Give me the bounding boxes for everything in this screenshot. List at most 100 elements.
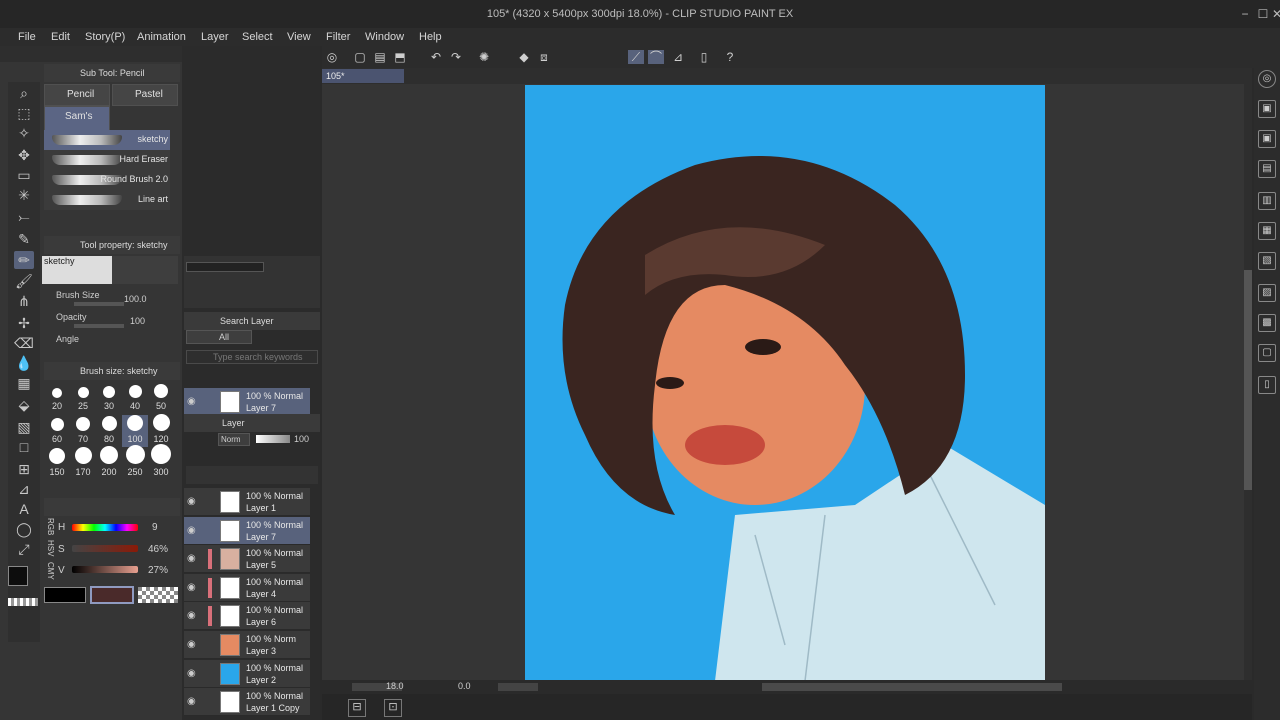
color-mode-cmy[interactable]: CMY <box>46 562 55 580</box>
blend-tool-icon[interactable]: 💧 <box>14 354 34 372</box>
brush-size-option[interactable]: 300 <box>148 444 174 480</box>
menu-window[interactable]: Window <box>363 29 406 45</box>
snap-grid-icon[interactable]: ⊿ <box>670 50 686 64</box>
value-value[interactable]: 27% <box>148 565 168 576</box>
undo-icon[interactable]: ↶ <box>428 50 444 64</box>
main-color-chip[interactable] <box>44 587 86 603</box>
vertical-scroll-thumb[interactable] <box>1244 270 1252 490</box>
brush-size-option[interactable]: 100 <box>122 415 148 447</box>
material-6-icon[interactable]: ▧ <box>1258 252 1276 270</box>
correct-line-tool-icon[interactable]: ⤢ <box>14 540 34 558</box>
brush-size-option[interactable]: 70 <box>70 415 96 447</box>
material-icon[interactable]: ▣ <box>1258 100 1276 118</box>
brush-size-option[interactable]: 60 <box>44 415 70 447</box>
brush-size-option[interactable]: 120 <box>148 414 174 447</box>
search-keywords-input[interactable]: Type search keywords <box>186 350 318 364</box>
brush-hard-eraser[interactable]: Hard Eraser <box>44 150 170 170</box>
snap-ruler-icon[interactable]: ⟋ <box>628 50 644 64</box>
gradient-tool-icon[interactable]: ▧ <box>14 418 34 436</box>
close-button[interactable]: ✕ <box>1272 7 1280 21</box>
new-file-icon[interactable]: ▢ <box>352 50 368 64</box>
search-result-row[interactable]: ◉ 100 % Normal Layer 7 <box>184 388 310 416</box>
fill-icon[interactable]: ◆ <box>516 50 532 64</box>
menu-view[interactable]: View <box>285 29 313 45</box>
material-7-icon[interactable]: ▨ <box>1258 284 1276 302</box>
brush-size-option[interactable]: 40 <box>122 382 148 414</box>
brush-line-art[interactable]: Line art <box>44 190 170 210</box>
selection-tool-icon[interactable]: ⬚ <box>14 104 34 122</box>
material-8-icon[interactable]: ▩ <box>1258 314 1276 332</box>
material-10-icon[interactable]: ▯ <box>1258 376 1276 394</box>
material-5-icon[interactable]: ▦ <box>1258 222 1276 240</box>
pencil-tool-icon[interactable]: ✏ <box>14 251 34 269</box>
layer-row[interactable]: ◉ 100 % Normal Layer 6 <box>184 602 310 631</box>
saturation-value[interactable]: 46% <box>148 544 168 555</box>
move-tool-icon[interactable]: ✥ <box>14 146 34 164</box>
open-file-icon[interactable]: ▤ <box>372 50 388 64</box>
hue-slider[interactable] <box>72 524 138 531</box>
eye-icon[interactable]: ◉ <box>187 668 196 679</box>
brush-size-option[interactable]: 170 <box>70 447 96 480</box>
menu-animation[interactable]: Animation <box>135 29 188 45</box>
minimize-button[interactable]: − <box>1238 7 1252 21</box>
eye-icon[interactable]: ◉ <box>187 610 196 621</box>
pen-tool-icon[interactable]: ✎ <box>14 230 34 248</box>
brush-size-value[interactable]: 100.0 <box>124 294 147 304</box>
layer-panel-toggle-icon[interactable]: ⊟ <box>348 699 366 717</box>
blend-mode-dropdown[interactable]: Norm <box>218 433 250 446</box>
airbrush-tool-icon[interactable]: ⋔ <box>14 292 34 310</box>
canvas-tab[interactable]: 105* <box>322 69 404 83</box>
layer-row[interactable]: ◉ 100 % Normal Layer 4 <box>184 573 310 602</box>
eye-icon[interactable]: ◉ <box>187 396 196 407</box>
marquee-tool-icon[interactable]: ▭ <box>14 166 34 184</box>
canvas-document[interactable] <box>525 85 1045 681</box>
loading-icon[interactable]: ✺ <box>476 50 492 64</box>
smartphone-icon[interactable]: ▯ <box>696 50 712 64</box>
decoration-tool-icon[interactable]: ✢ <box>14 314 34 332</box>
ruler-tool-icon[interactable]: ⊿ <box>14 480 34 498</box>
snap-special-ruler-icon[interactable]: ⌒ <box>648 50 664 64</box>
menu-layer[interactable]: Layer <box>199 29 231 45</box>
opacity-slider[interactable] <box>74 324 124 328</box>
clip-studio-icon[interactable]: ◎ <box>324 50 340 64</box>
material-2-icon[interactable]: ▣ <box>1258 130 1276 148</box>
brush-size-option[interactable]: 20 <box>44 382 70 414</box>
eye-icon[interactable]: ◉ <box>187 553 196 564</box>
save-icon[interactable]: ⬒ <box>392 50 408 64</box>
color-mode-hsv[interactable]: HSV <box>46 540 55 556</box>
brush-size-option[interactable]: 25 <box>70 382 96 414</box>
bucket-tool-icon[interactable]: ⬙ <box>14 396 34 414</box>
redo-icon[interactable]: ↷ <box>448 50 464 64</box>
subtool-tab-pencil[interactable]: Pencil <box>44 84 110 106</box>
main-color-swatch[interactable] <box>8 566 28 586</box>
search-filter-dropdown[interactable]: All <box>186 330 252 344</box>
hue-value[interactable]: 9 <box>152 522 158 533</box>
help-icon[interactable]: ? <box>722 50 738 64</box>
transparent-color-swatch[interactable] <box>8 598 38 606</box>
menu-select[interactable]: Select <box>240 29 275 45</box>
layer-opacity-value[interactable]: 100 <box>294 434 309 444</box>
subtool-tab-pastel[interactable]: Pastel <box>112 84 178 106</box>
magic-wand-icon[interactable]: ✳ <box>14 186 34 204</box>
eye-icon[interactable]: ◉ <box>187 525 196 536</box>
figure-tool-icon[interactable]: □ <box>14 438 34 456</box>
rotation-slider[interactable] <box>498 683 538 691</box>
balloon-tool-icon[interactable]: ◯ <box>14 520 34 538</box>
layer-row[interactable]: ◉ 100 % Normal Layer 5 <box>184 545 310 574</box>
eraser-tool-icon[interactable]: ⌫ <box>14 334 34 352</box>
brush-size-option[interactable]: 150 <box>44 448 70 480</box>
horizontal-scroll-thumb[interactable] <box>762 683 1062 691</box>
layer-row[interactable]: ◉ 100 % Normal Layer 2 <box>184 659 310 688</box>
brush-size-option[interactable]: 50 <box>148 382 174 414</box>
auto-select-tool-icon[interactable]: ✧ <box>14 124 34 142</box>
rotation-value[interactable]: 0.0 <box>458 681 471 691</box>
eye-icon[interactable]: ◉ <box>187 582 196 593</box>
zoom-value[interactable]: 18.0 <box>386 681 404 691</box>
brush-size-option[interactable]: 30 <box>96 382 122 414</box>
eyedropper-icon[interactable]: ⤚ <box>14 208 34 226</box>
sub-color-chip[interactable] <box>90 586 134 604</box>
opacity-value[interactable]: 100 <box>130 316 145 326</box>
saturation-slider[interactable] <box>72 545 138 552</box>
eye-icon[interactable]: ◉ <box>187 696 196 707</box>
transform-icon[interactable]: ⧈ <box>536 50 552 64</box>
